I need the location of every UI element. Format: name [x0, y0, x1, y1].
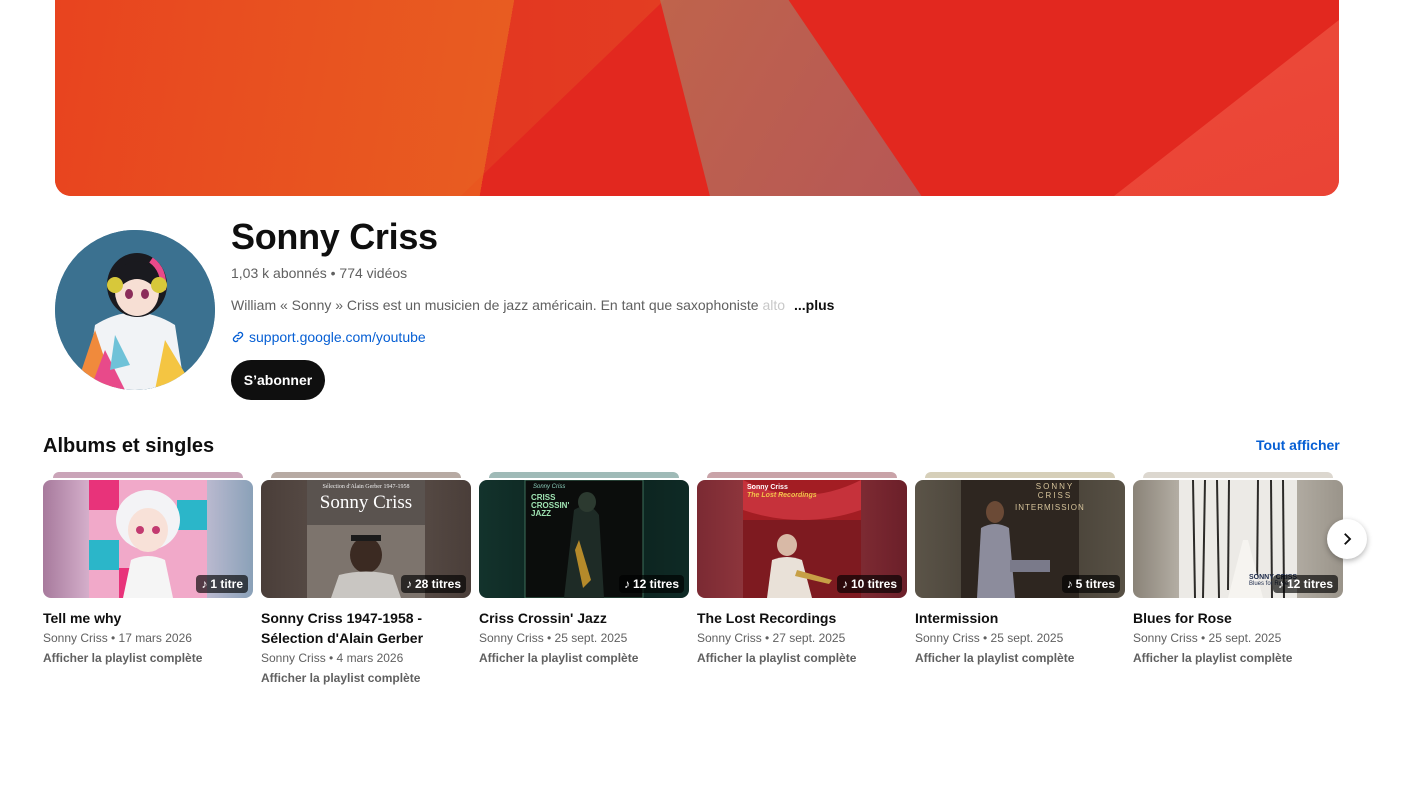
description-more-button[interactable]: ...plus	[794, 297, 834, 313]
subscribe-button[interactable]: S’abonner	[231, 360, 325, 400]
album-title[interactable]: Intermission	[915, 608, 1125, 628]
album-thumbnail[interactable]: Sélection d'Alain Gerber 1947-1958 Sonny…	[261, 480, 471, 598]
track-count-badge: ♪ 12 titres	[618, 575, 684, 593]
channel-link-text: support.google.com/youtube	[249, 329, 426, 345]
view-playlist-link[interactable]: Afficher la playlist complète	[43, 648, 253, 668]
album-title[interactable]: Tell me why	[43, 608, 253, 628]
track-count-badge: ♪ 28 titres	[400, 575, 466, 593]
album-meta: Sonny Criss • 4 mars 2026	[261, 651, 404, 665]
album-card[interactable]: Sélection d'Alain Gerber 1947-1958 Sonny…	[261, 472, 471, 688]
view-playlist-link[interactable]: Afficher la playlist complète	[261, 668, 471, 688]
album-thumbnail[interactable]: ♪ 1 titre	[43, 480, 253, 598]
album-title[interactable]: Blues for Rose	[1133, 608, 1343, 628]
view-playlist-link[interactable]: Afficher la playlist complète	[1133, 648, 1343, 668]
channel-link[interactable]: support.google.com/youtube	[231, 329, 426, 345]
album-thumbnail[interactable]: SONNY CRISS INTERMISSION ♪ 5 titres	[915, 480, 1125, 598]
cover-title: CRISS CROSSIN' JAZZ	[531, 493, 570, 518]
music-note-icon: ♪	[405, 577, 412, 591]
cover-title: INTERMISSION	[1015, 503, 1085, 512]
album-meta: Sonny Criss • 27 sept. 2025	[697, 631, 846, 645]
channel-avatar[interactable]	[55, 230, 215, 390]
album-title[interactable]: Sonny Criss 1947-1958 - Sélection d'Alain…	[261, 608, 471, 648]
album-card[interactable]: ♪ 1 titre Tell me why Sonny Criss • 17 ma…	[43, 472, 253, 668]
album-thumbnail[interactable]: Sonny Criss CRISS CROSSIN' JAZZ ♪ 12 titr…	[479, 480, 689, 598]
link-icon	[232, 331, 244, 343]
music-note-icon: ♪	[841, 577, 848, 591]
track-count-badge: ♪ 1 titre	[196, 575, 248, 593]
music-note-icon: ♪	[623, 577, 630, 591]
cover-subtitle: Sonny Criss	[747, 484, 788, 491]
track-count-badge: ♪ 10 titres	[836, 575, 902, 593]
album-thumbnail[interactable]: Sonny Criss The Lost Recordings ♪ 10 titr…	[697, 480, 907, 598]
channel-banner	[55, 0, 1339, 196]
cover-title: The Lost Recordings	[747, 492, 817, 499]
channel-stats: 1,03 k abonnés • 774 vidéos	[231, 265, 408, 281]
carousel-next-button[interactable]	[1327, 519, 1367, 559]
channel-description[interactable]: William « Sonny » Criss est un musicien …	[231, 297, 785, 313]
view-playlist-link[interactable]: Afficher la playlist complète	[915, 648, 1125, 668]
album-title[interactable]: The Lost Recordings	[697, 608, 907, 628]
music-note-icon: ♪	[1066, 577, 1073, 591]
view-playlist-link[interactable]: Afficher la playlist complète	[697, 648, 907, 668]
album-meta: Sonny Criss • 25 sept. 2025	[915, 631, 1064, 645]
album-meta: Sonny Criss • 17 mars 2026	[43, 631, 192, 645]
album-card[interactable]: Sonny Criss The Lost Recordings ♪ 10 titr…	[697, 472, 907, 668]
channel-name: Sonny Criss	[231, 216, 438, 257]
track-count-badge: ♪ 5 titres	[1061, 575, 1120, 593]
section-title: Albums et singles	[43, 435, 215, 457]
cover-subtitle: SONNY CRISS	[1035, 482, 1075, 500]
music-note-icon: ♪	[1277, 577, 1284, 591]
cover-subtitle: Sélection d'Alain Gerber 1947-1958	[322, 484, 410, 490]
album-thumbnail[interactable]: SONNY CRISS Blues for Rose ♪12 titres	[1133, 480, 1343, 598]
album-title[interactable]: Criss Crossin' Jazz	[479, 608, 689, 628]
see-all-link[interactable]: Tout afficher	[1256, 437, 1340, 453]
chevron-right-icon	[1344, 533, 1352, 545]
album-meta: Sonny Criss • 25 sept. 2025	[1133, 631, 1282, 645]
cover-subtitle: Sonny Criss	[533, 484, 566, 490]
cover-title: Sonny Criss	[319, 492, 413, 513]
album-card[interactable]: SONNY CRISS Blues for Rose ♪12 titres Bl…	[1133, 472, 1343, 668]
track-count-badge: ♪ 12 titres	[1272, 575, 1338, 593]
music-note-icon: ♪	[201, 577, 208, 591]
view-playlist-link[interactable]: Afficher la playlist complète	[479, 648, 689, 668]
album-meta: Sonny Criss • 25 sept. 2025	[479, 631, 628, 645]
album-card[interactable]: Sonny Criss CRISS CROSSIN' JAZZ ♪ 12 titr…	[479, 472, 689, 668]
album-card[interactable]: SONNY CRISS INTERMISSION ♪ 5 titres Inter…	[915, 472, 1125, 668]
